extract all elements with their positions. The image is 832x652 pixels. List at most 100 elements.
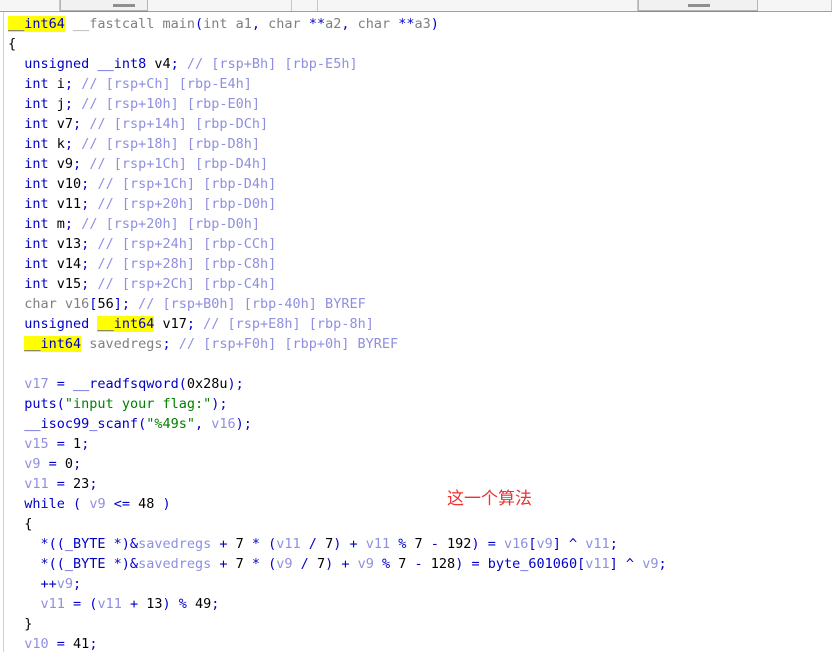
code-token: // [rsp+F0h] [rbp+0h] BYREF (178, 336, 399, 352)
code-line[interactable]: int j; // [rsp+10h] [rbp-E0h] (8, 94, 667, 114)
code-token: ++ (40, 576, 57, 592)
code-line[interactable]: unsigned __int8 v4; // [rsp+Bh] [rbp-E5h… (8, 54, 667, 74)
code-token: ^ (560, 536, 586, 552)
code-token: v7 (48, 116, 74, 132)
code-token: ; (121, 296, 130, 312)
code-token: 7 (235, 556, 244, 572)
code-line[interactable]: unsigned __int64 v17; // [rsp+E8h] [rbp-… (8, 314, 667, 334)
code-token: // [rsp+Ch] [rbp-E4h] (81, 76, 252, 92)
code-token: *)& (105, 556, 139, 572)
code-line[interactable]: int v13; // [rsp+24h] [rbp-CCh] (8, 234, 667, 254)
code-line[interactable]: char v16[56]; // [rsp+B0h] [rbp-40h] BYR… (8, 294, 667, 314)
code-line[interactable]: int v15; // [rsp+2Ch] [rbp-C4h] (8, 274, 667, 294)
code-line[interactable]: int v14; // [rsp+28h] [rbp-C8h] (8, 254, 667, 274)
code-token: v9 (642, 556, 659, 572)
code-token: int (24, 76, 49, 92)
code-token: ; (609, 536, 618, 552)
code-token: // [rsp+10h] [rbp-E0h] (81, 96, 261, 112)
code-token: ; (658, 556, 667, 572)
code-token: ( (138, 416, 147, 432)
code-line[interactable]: { (8, 34, 667, 54)
code-line[interactable]: int m; // [rsp+20h] [rbp-D0h] (8, 214, 667, 234)
pseudocode-pane[interactable]: __int64 __fastcall main(int a1, char **a… (0, 12, 832, 652)
code-line[interactable]: int v11; // [rsp+20h] [rbp-D0h] (8, 194, 667, 214)
code-line[interactable]: *((_BYTE *)&savedregs + 7 * (v11 / 7) + … (8, 534, 667, 554)
code-token: ; (211, 596, 220, 612)
code-line[interactable]: ++v9; (8, 574, 667, 594)
code-token: 49 (195, 596, 212, 612)
code-token: int (24, 276, 49, 292)
code-token: v9 (89, 496, 106, 512)
code-line[interactable]: puts("input your flag:"); (8, 394, 667, 414)
code-token: 7 (316, 556, 326, 572)
code-line[interactable]: __int64 __fastcall main(int a1, char **a… (8, 14, 667, 34)
code-token: ; (219, 396, 228, 412)
code-token: int (24, 216, 49, 232)
code-token: int (24, 256, 49, 272)
code-token: v17 (24, 376, 49, 392)
code-line[interactable]: while ( v9 <= 48 ) (8, 494, 667, 514)
code-token: __int64 (97, 316, 155, 332)
code-token: 192 (447, 536, 472, 552)
code-token: / (292, 556, 317, 572)
minimize-icon[interactable] (688, 4, 710, 7)
code-line[interactable]: v11 = 23; (8, 474, 667, 494)
code-token: * (243, 556, 269, 572)
code-token: ( (73, 496, 82, 512)
code-token: v4 (146, 56, 171, 72)
code-line[interactable]: int v10; // [rsp+1Ch] [rbp-D4h] (8, 174, 667, 194)
code-token: - (422, 536, 448, 552)
code-line[interactable]: v9 = 0; (8, 454, 667, 474)
code-line[interactable]: } (8, 614, 667, 634)
code-line[interactable]: __isoc99_scanf("%49s", v16); (8, 414, 667, 434)
code-token: ; (73, 456, 82, 472)
code-token: ( (56, 396, 65, 412)
code-token: __int64 (24, 336, 82, 352)
code-token: // [rsp+18h] [rbp-D8h] (81, 136, 261, 152)
code-token: v11 (585, 556, 610, 572)
code-token: ** (398, 16, 415, 32)
code-token: % (170, 596, 196, 612)
code-token: v9 (24, 456, 41, 472)
code-token: = (48, 636, 74, 652)
code-line[interactable]: v11 = (v11 + 13) % 49; (8, 594, 667, 614)
code-token: 41 (73, 636, 90, 652)
code-line[interactable]: *((_BYTE *)&savedregs + 7 * (v9 / 7) + v… (8, 554, 667, 574)
minimize-icon[interactable] (113, 4, 135, 7)
code-token: v17 (154, 316, 187, 332)
code-line[interactable]: v15 = 1; (8, 434, 667, 454)
code-line[interactable]: { (8, 514, 667, 534)
code-line[interactable]: v10 = 41; (8, 634, 667, 652)
code-line[interactable]: v17 = __readfsqword(0x28u); (8, 374, 667, 394)
code-token: *)& (105, 536, 139, 552)
code-line[interactable] (8, 354, 667, 374)
code-line[interactable]: int i; // [rsp+Ch] [rbp-E4h] (8, 74, 667, 94)
code-token: v11 (48, 196, 82, 212)
code-token: = (64, 596, 90, 612)
code-line[interactable]: int v9; // [rsp+1Ch] [rbp-D4h] (8, 154, 667, 174)
code-line[interactable]: __int64 savedregs; // [rsp+F0h] [rbp+0h]… (8, 334, 667, 354)
code-line[interactable]: int k; // [rsp+18h] [rbp-D8h] (8, 134, 667, 154)
code-token: v11 (40, 596, 65, 612)
code-line[interactable]: int v7; // [rsp+14h] [rbp-DCh] (8, 114, 667, 134)
pseudocode-gutter-line (3, 12, 4, 652)
code-token: = (48, 436, 74, 452)
code-token: // [rsp+E8h] [rbp-8h] (203, 316, 374, 332)
window-chrome-panel-4 (318, 0, 638, 11)
code-token: = (48, 476, 74, 492)
pseudocode-text[interactable]: __int64 __fastcall main(int a1, char **a… (8, 14, 667, 652)
code-token: // [rsp+14h] [rbp-DCh] (89, 116, 269, 132)
